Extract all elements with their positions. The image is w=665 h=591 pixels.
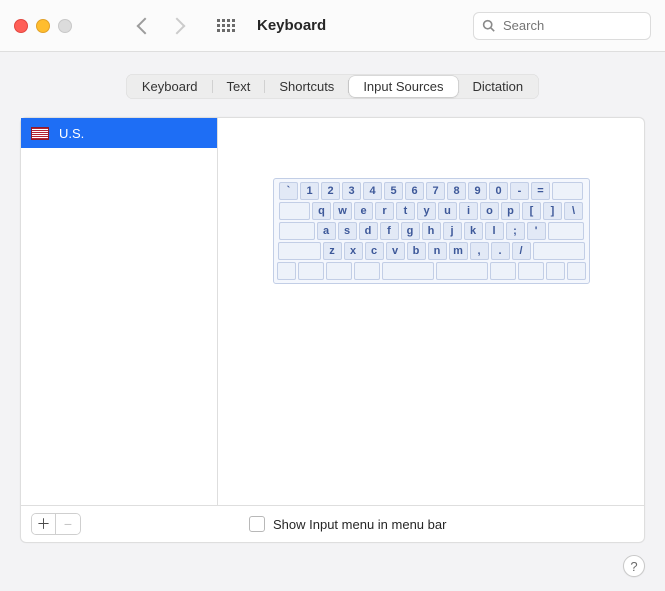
add-source-button[interactable]: ＋ bbox=[32, 514, 56, 534]
tab-bar: KeyboardTextShortcutsInput SourcesDictat… bbox=[126, 74, 539, 99]
back-icon[interactable] bbox=[137, 17, 154, 34]
key-blank bbox=[278, 242, 321, 260]
key-blank bbox=[279, 202, 310, 220]
key-b: b bbox=[407, 242, 426, 260]
key-blank bbox=[548, 222, 584, 240]
tab-keyboard[interactable]: Keyboard bbox=[128, 76, 212, 97]
key-[: [ bbox=[522, 202, 541, 220]
key-blank bbox=[277, 262, 296, 280]
key-p: p bbox=[501, 202, 520, 220]
show-input-menu-checkbox[interactable]: Show Input menu in menu bar bbox=[249, 516, 446, 532]
key-blank bbox=[354, 262, 380, 280]
key-blank bbox=[382, 262, 434, 280]
key-n: n bbox=[428, 242, 447, 260]
key-c: c bbox=[365, 242, 384, 260]
key-blank bbox=[298, 262, 324, 280]
key-2: 2 bbox=[321, 182, 340, 200]
key-7: 7 bbox=[426, 182, 445, 200]
key-blank bbox=[552, 182, 583, 200]
key-d: d bbox=[359, 222, 378, 240]
input-sources-panel: U.S. `1234567890-= qwertyuiop[]\ asdfghjkl… bbox=[20, 117, 645, 543]
source-item[interactable]: U.S. bbox=[21, 118, 217, 148]
checkbox-icon[interactable] bbox=[249, 516, 265, 532]
key-9: 9 bbox=[468, 182, 487, 200]
source-label: U.S. bbox=[59, 126, 84, 141]
key-v: v bbox=[386, 242, 405, 260]
key-0: 0 bbox=[489, 182, 508, 200]
key-h: h bbox=[422, 222, 441, 240]
window-title: Keyboard bbox=[257, 17, 326, 34]
key-t: t bbox=[396, 202, 415, 220]
key-g: g bbox=[401, 222, 420, 240]
key-blank bbox=[518, 262, 544, 280]
minimize-icon[interactable] bbox=[36, 19, 50, 33]
key-z: z bbox=[323, 242, 342, 260]
key-j: j bbox=[443, 222, 462, 240]
nav-arrows bbox=[139, 20, 183, 32]
key-e: e bbox=[354, 202, 373, 220]
source-list[interactable]: U.S. bbox=[21, 118, 218, 505]
key-blank bbox=[490, 262, 516, 280]
tab-shortcuts[interactable]: Shortcuts bbox=[265, 76, 348, 97]
key-3: 3 bbox=[342, 182, 361, 200]
keyboard-layout: `1234567890-= qwertyuiop[]\ asdfghjkl;' zxc… bbox=[273, 178, 590, 284]
key--: - bbox=[510, 182, 529, 200]
key-k: k bbox=[464, 222, 483, 240]
key-m: m bbox=[449, 242, 468, 260]
tab-text[interactable]: Text bbox=[213, 76, 265, 97]
tab-dictation[interactable]: Dictation bbox=[459, 76, 538, 97]
key-': ' bbox=[527, 222, 546, 240]
key-8: 8 bbox=[447, 182, 466, 200]
show-all-icon[interactable] bbox=[217, 19, 235, 32]
key-s: s bbox=[338, 222, 357, 240]
titlebar: Keyboard bbox=[0, 0, 665, 52]
add-remove-buttons: ＋ − bbox=[31, 513, 81, 535]
key-u: u bbox=[438, 202, 457, 220]
key-/: / bbox=[512, 242, 531, 260]
key-o: o bbox=[480, 202, 499, 220]
key-y: y bbox=[417, 202, 436, 220]
key-r: r bbox=[375, 202, 394, 220]
zoom-icon bbox=[58, 19, 72, 33]
key-4: 4 bbox=[363, 182, 382, 200]
close-icon[interactable] bbox=[14, 19, 28, 33]
key-blank bbox=[546, 262, 565, 280]
tab-input-sources[interactable]: Input Sources bbox=[349, 76, 457, 97]
forward-icon bbox=[169, 17, 186, 34]
key-l: l bbox=[485, 222, 504, 240]
key-5: 5 bbox=[384, 182, 403, 200]
key-=: = bbox=[531, 182, 550, 200]
key-\: \ bbox=[564, 202, 583, 220]
key-f: f bbox=[380, 222, 399, 240]
key-1: 1 bbox=[300, 182, 319, 200]
key-w: w bbox=[333, 202, 352, 220]
key-;: ; bbox=[506, 222, 525, 240]
flag-icon bbox=[31, 127, 49, 140]
search-field[interactable] bbox=[473, 12, 651, 40]
key-]: ] bbox=[543, 202, 562, 220]
remove-source-button: − bbox=[56, 514, 80, 534]
key-blank bbox=[436, 262, 488, 280]
key-`: ` bbox=[279, 182, 298, 200]
key-.: . bbox=[491, 242, 510, 260]
key-blank bbox=[567, 262, 586, 280]
search-icon bbox=[482, 19, 495, 32]
key-blank bbox=[279, 222, 315, 240]
keyboard-preview: `1234567890-= qwertyuiop[]\ asdfghjkl;' zxc… bbox=[218, 118, 644, 505]
key-6: 6 bbox=[405, 182, 424, 200]
key-x: x bbox=[344, 242, 363, 260]
key-blank bbox=[533, 242, 585, 260]
help-button[interactable]: ? bbox=[623, 555, 645, 577]
panel-footer: ＋ − Show Input menu in menu bar bbox=[21, 505, 644, 542]
window-controls bbox=[14, 19, 72, 33]
key-a: a bbox=[317, 222, 336, 240]
key-q: q bbox=[312, 202, 331, 220]
checkbox-label: Show Input menu in menu bar bbox=[273, 517, 446, 532]
key-,: , bbox=[470, 242, 489, 260]
key-blank bbox=[326, 262, 352, 280]
search-input[interactable] bbox=[501, 17, 642, 34]
key-i: i bbox=[459, 202, 478, 220]
